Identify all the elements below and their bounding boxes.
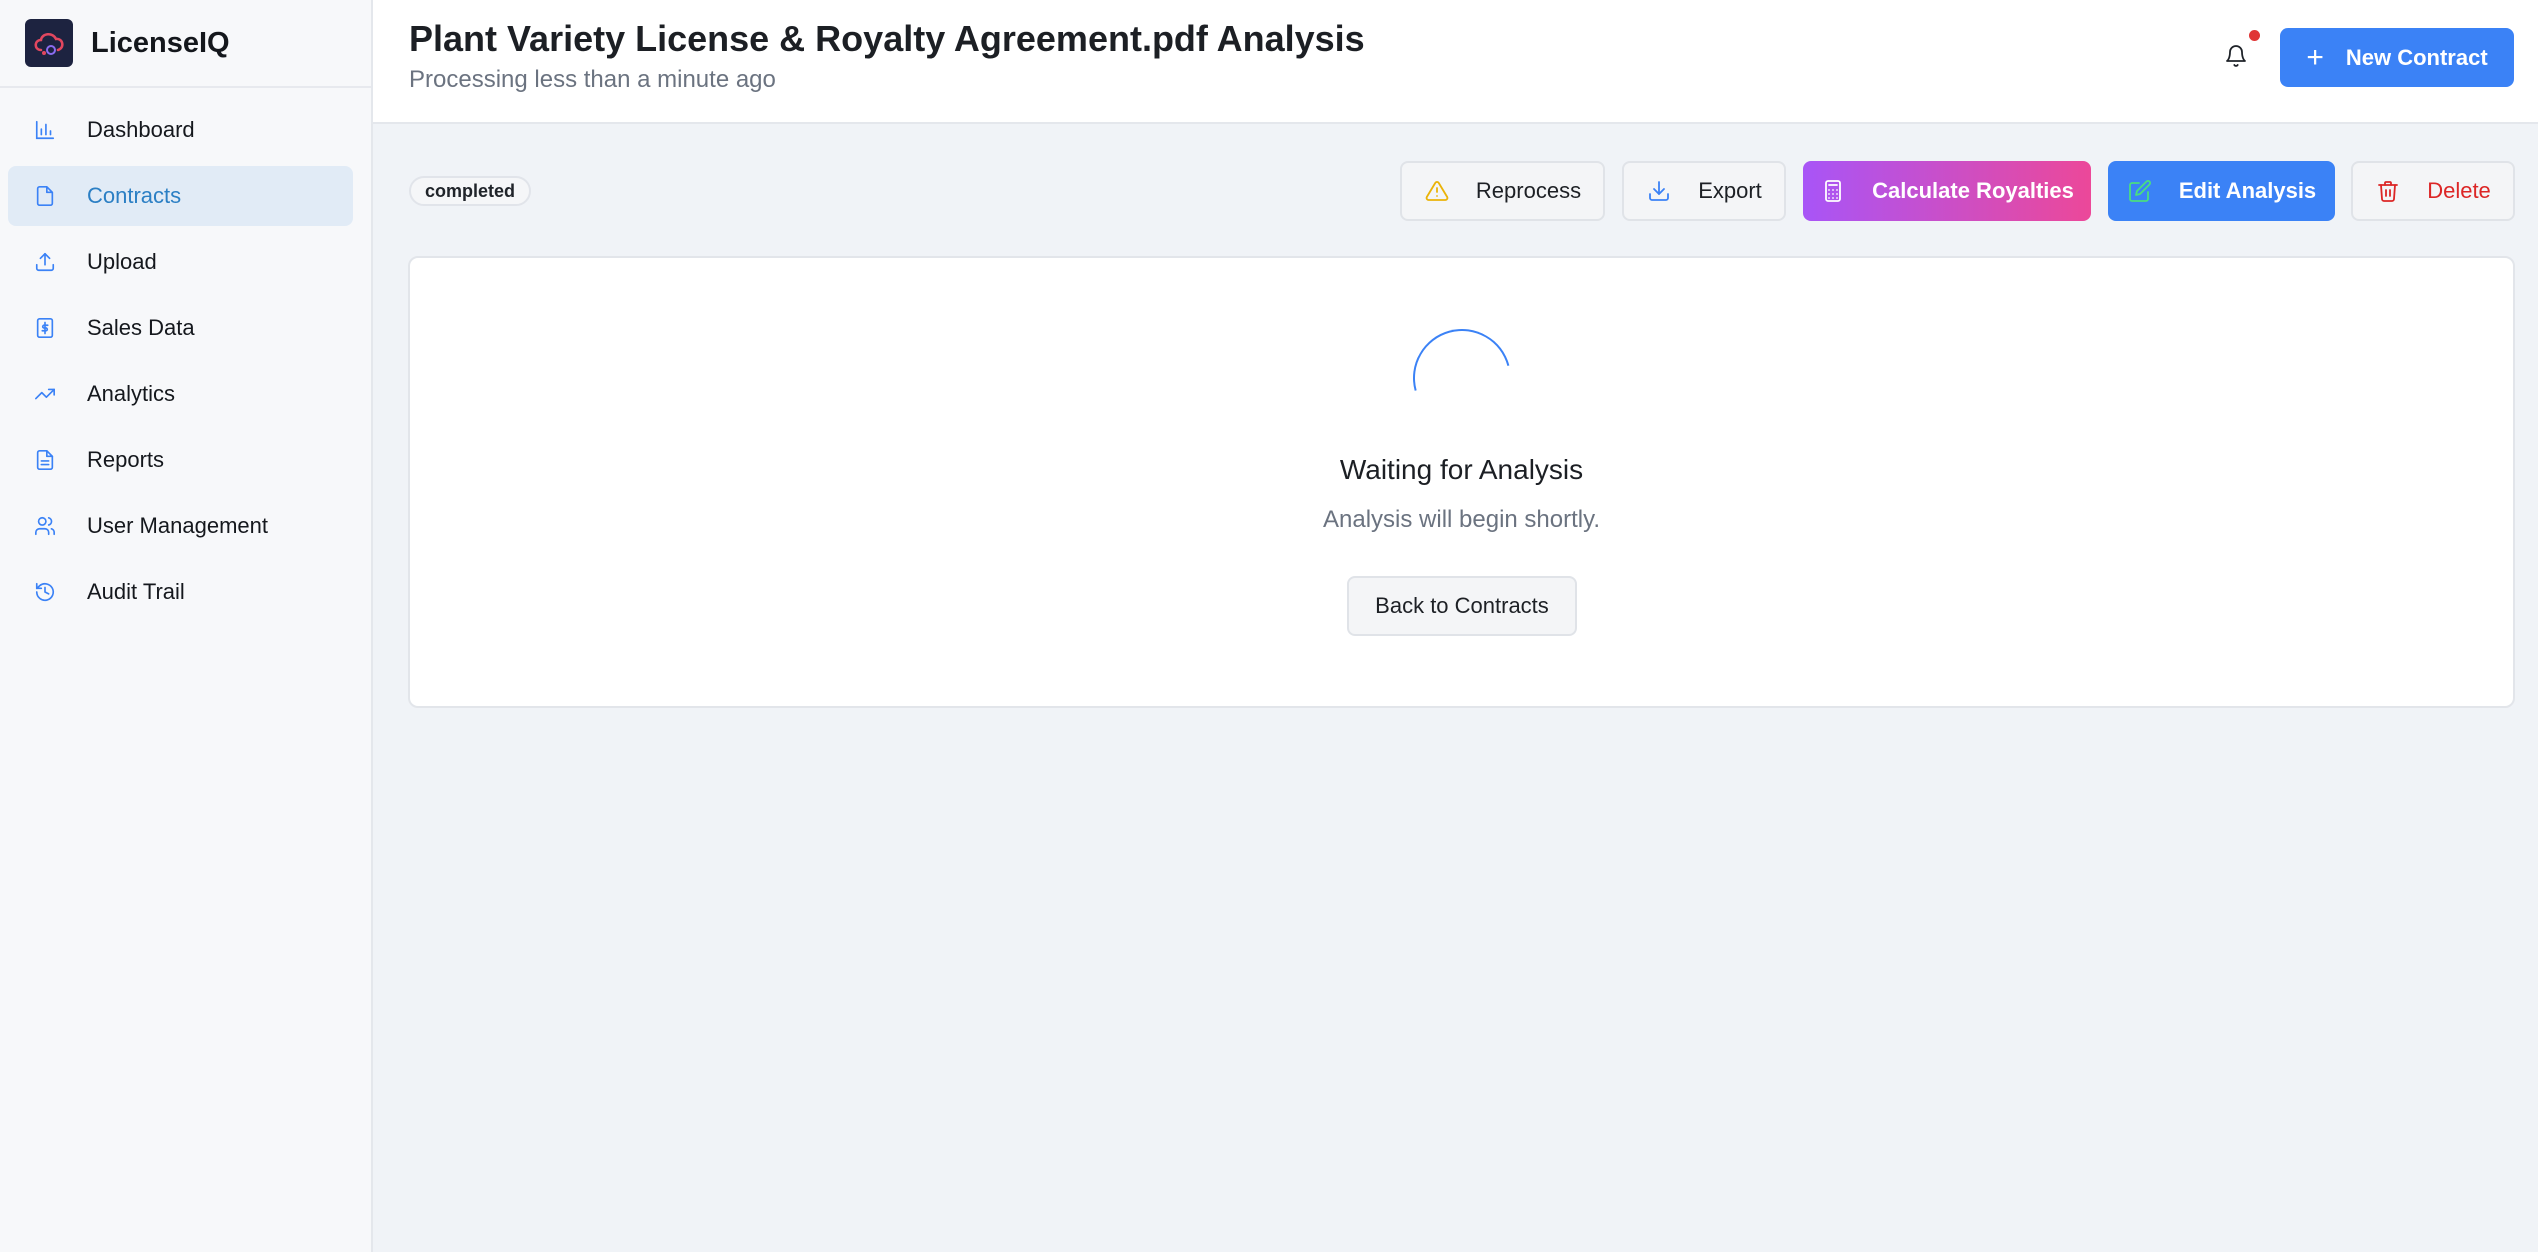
sidebar-item-reports[interactable]: Reports [8,430,353,490]
download-icon [1646,178,1672,204]
page-title: Plant Variety License & Royalty Agreemen… [409,18,1365,59]
page-subtitle: Processing less than a minute ago [409,66,776,93]
sidebar-item-label: Analytics [87,381,176,406]
waiting-title: Waiting for Analysis [1339,454,1584,485]
waiting-subtitle: Analysis will begin shortly. [1323,506,1600,533]
sidebar-item-upload[interactable]: Upload [8,232,353,292]
reprocess-button[interactable]: Reprocess [1400,161,1605,221]
app-root: LicenseIQ Dashboard Contracts Upload Sal… [0,0,2538,1252]
sidebar-item-user-management[interactable]: User Management [8,496,353,556]
dollar-file-icon [32,315,58,341]
sidebar-item-label: Upload [87,249,157,274]
trending-up-icon [32,381,58,407]
bell-icon [2224,44,2248,73]
new-contract-button[interactable]: + New Contract [2280,28,2514,87]
upload-icon [32,249,58,275]
sidebar-item-contracts[interactable]: Contracts [8,166,353,226]
file-icon [32,183,58,209]
sidebar-item-label: Dashboard [87,117,195,142]
delete-button[interactable]: Delete [2351,161,2515,221]
export-button[interactable]: Export [1622,161,1786,221]
brand[interactable]: LicenseIQ [0,0,371,88]
sidebar-item-label: Audit Trail [87,579,185,604]
sidebar-nav: Dashboard Contracts Upload Sales Data An… [0,88,371,628]
sidebar-item-label: Contracts [87,183,182,208]
export-label: Export [1698,178,1762,203]
calculator-icon [1820,178,1846,204]
sidebar-item-label: Reports [87,447,165,472]
delete-label: Delete [2427,178,2491,203]
users-icon [32,513,58,539]
sidebar: LicenseIQ Dashboard Contracts Upload Sal… [0,0,373,1252]
history-icon [32,579,58,605]
bar-chart-icon [32,117,58,143]
trash-icon [2375,178,2401,204]
sidebar-item-dashboard[interactable]: Dashboard [8,100,353,160]
plus-icon: + [2306,40,2324,74]
logo-icon [25,19,73,67]
sidebar-item-label: Sales Data [87,315,195,340]
file-text-icon [32,447,58,473]
edit-analysis-button[interactable]: Edit Analysis [2108,161,2335,221]
sidebar-item-label: User Management [87,513,268,538]
analysis-card: Waiting for Analysis Analysis will begin… [408,256,2515,708]
warning-icon [1424,178,1450,204]
calculate-royalties-label: Calculate Royalties [1872,178,2074,203]
notifications-button[interactable] [2211,30,2261,80]
new-contract-label: New Contract [2345,44,2488,70]
page-header: Plant Variety License & Royalty Agreemen… [373,0,2538,124]
edit-icon [2127,178,2153,204]
status-badge: completed [409,176,532,206]
sidebar-item-audit-trail[interactable]: Audit Trail [8,562,353,622]
calculate-royalties-button[interactable]: Calculate Royalties [1803,161,2091,221]
loading-spinner [1395,311,1529,445]
app-name: LicenseIQ [91,26,230,59]
edit-analysis-label: Edit Analysis [2178,178,2317,203]
reprocess-label: Reprocess [1475,178,1582,203]
notification-dot [2249,30,2260,41]
back-to-contracts-button[interactable]: Back to Contracts [1347,576,1577,636]
sidebar-item-sales-data[interactable]: Sales Data [8,298,353,358]
sidebar-item-analytics[interactable]: Analytics [8,364,353,424]
